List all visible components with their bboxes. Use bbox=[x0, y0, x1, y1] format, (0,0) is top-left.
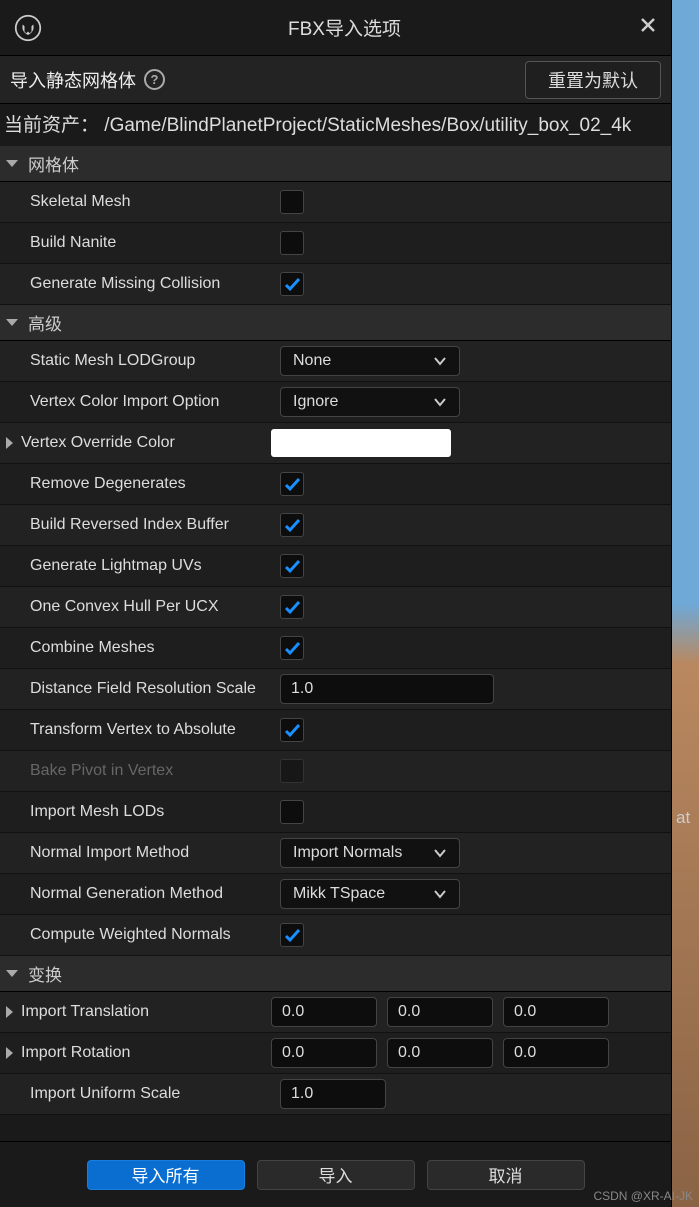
checkbox-one-convex-hull[interactable] bbox=[280, 595, 304, 619]
cancel-button[interactable]: 取消 bbox=[427, 1160, 585, 1190]
import-button[interactable]: 导入 bbox=[257, 1160, 415, 1190]
input-rotation-x[interactable] bbox=[271, 1038, 377, 1068]
cropped-text: at bbox=[676, 808, 690, 828]
row-vertex-color-import: Vertex Color Import Option Ignore bbox=[0, 382, 671, 423]
chevron-right-icon[interactable] bbox=[6, 1006, 13, 1018]
checkbox-skeletal-mesh[interactable] bbox=[280, 190, 304, 214]
row-build-reversed: Build Reversed Index Buffer bbox=[0, 505, 671, 546]
row-compute-weighted: Compute Weighted Normals bbox=[0, 915, 671, 956]
input-translation-y[interactable] bbox=[387, 997, 493, 1027]
row-import-mesh-lods: Import Mesh LODs bbox=[0, 792, 671, 833]
input-rotation-z[interactable] bbox=[503, 1038, 609, 1068]
row-skeletal-mesh: Skeletal Mesh bbox=[0, 182, 671, 223]
input-uniform-scale[interactable] bbox=[280, 1079, 386, 1109]
dropdown-vertex-color-import[interactable]: Ignore bbox=[280, 387, 460, 417]
fbx-import-dialog: FBX导入选项 导入静态网格体 ? 重置为默认 当前资产： /Game/Blin… bbox=[0, 0, 672, 1207]
input-translation-x[interactable] bbox=[271, 997, 377, 1027]
row-build-nanite: Build Nanite bbox=[0, 223, 671, 264]
checkbox-bake-pivot bbox=[280, 759, 304, 783]
chevron-right-icon[interactable] bbox=[6, 1047, 13, 1059]
checkbox-gen-lightmap-uvs[interactable] bbox=[280, 554, 304, 578]
close-button[interactable] bbox=[639, 16, 657, 39]
subheader-text: 导入静态网格体 bbox=[10, 67, 136, 93]
section-advanced[interactable]: 高级 bbox=[0, 305, 671, 341]
row-normal-gen: Normal Generation Method Mikk TSpace bbox=[0, 874, 671, 915]
import-all-button[interactable]: 导入所有 bbox=[87, 1160, 245, 1190]
checkbox-remove-degenerates[interactable] bbox=[280, 472, 304, 496]
row-combine-meshes: Combine Meshes bbox=[0, 628, 671, 669]
color-picker-vertex-override[interactable] bbox=[271, 429, 451, 457]
chevron-down-icon bbox=[6, 319, 18, 326]
dropdown-normal-import[interactable]: Import Normals bbox=[280, 838, 460, 868]
input-rotation-y[interactable] bbox=[387, 1038, 493, 1068]
section-mesh[interactable]: 网格体 bbox=[0, 146, 671, 182]
row-vertex-override-color: Vertex Override Color bbox=[0, 423, 671, 464]
chevron-right-icon[interactable] bbox=[6, 437, 13, 449]
row-lod-group: Static Mesh LODGroup None bbox=[0, 341, 671, 382]
titlebar: FBX导入选项 bbox=[0, 0, 671, 56]
watermark: CSDN @XR-AI-JK bbox=[593, 1189, 693, 1203]
section-transform[interactable]: 变换 bbox=[0, 956, 671, 992]
checkbox-build-nanite[interactable] bbox=[280, 231, 304, 255]
help-icon[interactable]: ? bbox=[144, 69, 165, 90]
input-dist-field-res[interactable] bbox=[280, 674, 494, 704]
background-viewport-sliver bbox=[672, 0, 699, 1207]
chevron-down-icon bbox=[6, 970, 18, 977]
reset-to-default-button[interactable]: 重置为默认 bbox=[525, 61, 661, 99]
input-translation-z[interactable] bbox=[503, 997, 609, 1027]
row-import-uniform-scale: Import Uniform Scale bbox=[0, 1074, 671, 1115]
row-import-rotation: Import Rotation bbox=[0, 1033, 671, 1074]
row-bake-pivot: Bake Pivot in Vertex bbox=[0, 751, 671, 792]
row-remove-degenerates: Remove Degenerates bbox=[0, 464, 671, 505]
chevron-down-icon bbox=[6, 160, 18, 167]
unreal-logo-icon bbox=[14, 14, 42, 42]
checkbox-import-mesh-lods[interactable] bbox=[280, 800, 304, 824]
row-gen-missing-collision: Generate Missing Collision bbox=[0, 264, 671, 305]
row-one-convex-hull: One Convex Hull Per UCX bbox=[0, 587, 671, 628]
checkbox-compute-weighted[interactable] bbox=[280, 923, 304, 947]
row-gen-lightmap-uvs: Generate Lightmap UVs bbox=[0, 546, 671, 587]
dropdown-normal-gen[interactable]: Mikk TSpace bbox=[280, 879, 460, 909]
asset-path-bar: 当前资产： /Game/BlindPlanetProject/StaticMes… bbox=[0, 104, 671, 146]
row-import-translation: Import Translation bbox=[0, 992, 671, 1033]
checkbox-combine-meshes[interactable] bbox=[280, 636, 304, 660]
row-normal-import: Normal Import Method Import Normals bbox=[0, 833, 671, 874]
checkbox-gen-missing-collision[interactable] bbox=[280, 272, 304, 296]
properties-scroll[interactable]: 网格体 Skeletal Mesh Build Nanite Generate … bbox=[0, 146, 671, 1141]
footer-bar: 导入所有 导入 取消 bbox=[0, 1141, 671, 1207]
dropdown-lod-group[interactable]: None bbox=[280, 346, 460, 376]
dialog-title: FBX导入选项 bbox=[50, 14, 639, 41]
checkbox-transform-vertex-abs[interactable] bbox=[280, 718, 304, 742]
checkbox-build-reversed[interactable] bbox=[280, 513, 304, 537]
row-transform-vertex-abs: Transform Vertex to Absolute bbox=[0, 710, 671, 751]
subheader-bar: 导入静态网格体 ? 重置为默认 bbox=[0, 56, 671, 104]
row-dist-field-res: Distance Field Resolution Scale bbox=[0, 669, 671, 710]
